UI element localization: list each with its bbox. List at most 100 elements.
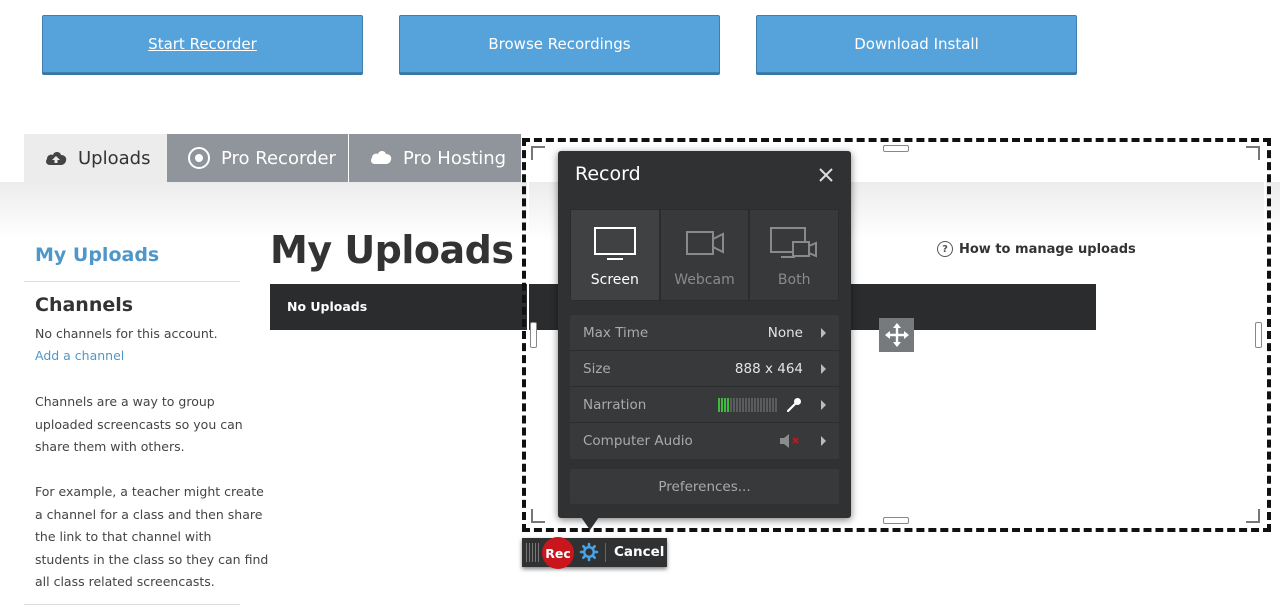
computer-audio-row[interactable]: Computer Audio bbox=[570, 423, 839, 459]
size-row[interactable]: Size 888 x 464 bbox=[570, 351, 839, 387]
meter-bar bbox=[733, 397, 735, 412]
download-install-label: Download Install bbox=[854, 35, 979, 53]
cancel-button[interactable]: Cancel bbox=[614, 544, 664, 560]
meter-bar bbox=[718, 397, 720, 412]
text-line: Channels are a way to group bbox=[35, 394, 215, 409]
text-line: the link to that channel with bbox=[35, 529, 212, 544]
no-uploads-text: No Uploads bbox=[287, 299, 368, 314]
monitor-icon bbox=[593, 227, 636, 260]
record-mode-selector: Screen Webcam Both bbox=[570, 209, 840, 301]
narration-row[interactable]: Narration bbox=[570, 387, 839, 423]
meter-bar bbox=[751, 397, 753, 412]
record-circle-icon bbox=[187, 146, 211, 170]
resize-corner-handle[interactable] bbox=[1246, 146, 1260, 160]
computer-audio-label: Computer Audio bbox=[583, 433, 693, 449]
divider bbox=[24, 604, 240, 605]
mode-screen-label: Screen bbox=[590, 272, 639, 288]
tab-pro-recorder[interactable]: Pro Recorder bbox=[167, 134, 348, 182]
resize-corner-handle[interactable] bbox=[531, 509, 545, 523]
meter-bar bbox=[760, 397, 762, 412]
resize-corner-handle[interactable] bbox=[1246, 509, 1260, 523]
sidebar-my-uploads[interactable]: My Uploads bbox=[35, 244, 159, 266]
start-recorder-label: Start Recorder bbox=[148, 35, 257, 53]
text-line: share them with others. bbox=[35, 439, 185, 454]
size-value: 888 x 464 bbox=[734, 360, 803, 377]
meter-bar bbox=[766, 397, 768, 412]
resize-edge-handle[interactable] bbox=[1255, 322, 1262, 348]
move-arrows-icon bbox=[884, 323, 909, 347]
resize-corner-handle[interactable] bbox=[531, 146, 545, 160]
text-line: For example, a teacher might create bbox=[35, 484, 264, 499]
meter-bar bbox=[742, 397, 744, 412]
meter-bar bbox=[772, 397, 774, 412]
meter-bar bbox=[748, 397, 750, 412]
channels-description: Channels are a way to group uploaded scr… bbox=[35, 391, 243, 459]
tab-uploads-label: Uploads bbox=[78, 147, 151, 169]
text-line: all class related screencasts. bbox=[35, 574, 215, 589]
mode-webcam-label: Webcam bbox=[674, 272, 735, 288]
record-panel-title: Record bbox=[575, 163, 641, 185]
meter-bar bbox=[745, 397, 747, 412]
tab-pro-recorder-label: Pro Recorder bbox=[221, 147, 336, 169]
preferences-button[interactable]: Preferences... bbox=[570, 469, 839, 504]
resize-edge-handle[interactable] bbox=[883, 517, 909, 524]
drag-grip-icon[interactable] bbox=[526, 543, 539, 562]
mode-screen-button[interactable]: Screen bbox=[570, 209, 660, 301]
record-panel: Record Screen Webcam Both Max Time None bbox=[558, 151, 851, 518]
no-channels-text: No channels for this account. bbox=[35, 326, 218, 341]
tab-uploads[interactable]: Uploads bbox=[24, 134, 167, 182]
microphone-icon bbox=[785, 396, 803, 414]
record-settings-list: Max Time None Size 888 x 464 Narration C… bbox=[570, 315, 839, 459]
meter-bar bbox=[769, 397, 771, 412]
channels-heading: Channels bbox=[35, 294, 134, 316]
meter-bar bbox=[754, 397, 756, 412]
move-handle[interactable] bbox=[879, 318, 914, 352]
divider bbox=[605, 543, 606, 562]
browse-recordings-button[interactable]: Browse Recordings bbox=[399, 15, 720, 73]
panel-pointer bbox=[581, 517, 599, 530]
page-title: My Uploads bbox=[270, 228, 514, 272]
size-label: Size bbox=[583, 360, 611, 377]
chevron-right-icon bbox=[821, 436, 826, 446]
max-time-row[interactable]: Max Time None bbox=[570, 315, 839, 351]
close-icon[interactable] bbox=[817, 166, 835, 184]
browse-recordings-label: Browse Recordings bbox=[488, 35, 631, 53]
chevron-right-icon bbox=[821, 327, 826, 338]
mode-both-button[interactable]: Both bbox=[749, 209, 840, 301]
channels-example: For example, a teacher might create a ch… bbox=[35, 481, 268, 594]
screen-webcam-icon bbox=[770, 227, 818, 258]
meter-bar bbox=[727, 397, 729, 412]
chevron-right-icon bbox=[821, 363, 826, 374]
text-line: students in the class so they can find bbox=[35, 551, 269, 567]
recorder-control-bar: Rec Cancel bbox=[522, 537, 667, 569]
speaker-muted-icon bbox=[779, 433, 803, 449]
meter-bar bbox=[763, 397, 765, 412]
resize-edge-handle[interactable] bbox=[530, 322, 537, 348]
max-time-value: None bbox=[767, 324, 803, 341]
page: Start Recorder Browse Recordings Downloa… bbox=[0, 0, 1280, 613]
chevron-right-icon bbox=[821, 399, 826, 410]
text-line: uploaded screencasts so you can bbox=[35, 416, 243, 432]
tab-pro-hosting-label: Pro Hosting bbox=[403, 147, 507, 169]
tab-pro-hosting[interactable]: Pro Hosting bbox=[349, 134, 521, 182]
meter-bar bbox=[724, 397, 726, 412]
mode-both-label: Both bbox=[777, 272, 811, 288]
meter-bar bbox=[775, 397, 777, 412]
cloud-icon bbox=[369, 149, 393, 167]
rec-button[interactable]: Rec bbox=[542, 537, 574, 569]
divider bbox=[24, 281, 240, 282]
download-install-button[interactable]: Download Install bbox=[756, 15, 1077, 73]
cloud-upload-icon bbox=[44, 149, 68, 167]
max-time-label: Max Time bbox=[583, 324, 649, 341]
meter-bar bbox=[739, 397, 741, 412]
gear-icon[interactable] bbox=[579, 542, 599, 566]
start-recorder-button[interactable]: Start Recorder bbox=[42, 15, 363, 73]
mode-webcam-button[interactable]: Webcam bbox=[659, 209, 750, 301]
text-line: a channel for a class and then share bbox=[35, 506, 263, 522]
meter-bar bbox=[736, 397, 738, 412]
meter-bar bbox=[721, 397, 723, 412]
resize-edge-handle[interactable] bbox=[883, 145, 909, 152]
meter-bar bbox=[757, 397, 759, 412]
meter-bar bbox=[730, 397, 732, 412]
add-channel-link[interactable]: Add a channel bbox=[35, 348, 124, 363]
